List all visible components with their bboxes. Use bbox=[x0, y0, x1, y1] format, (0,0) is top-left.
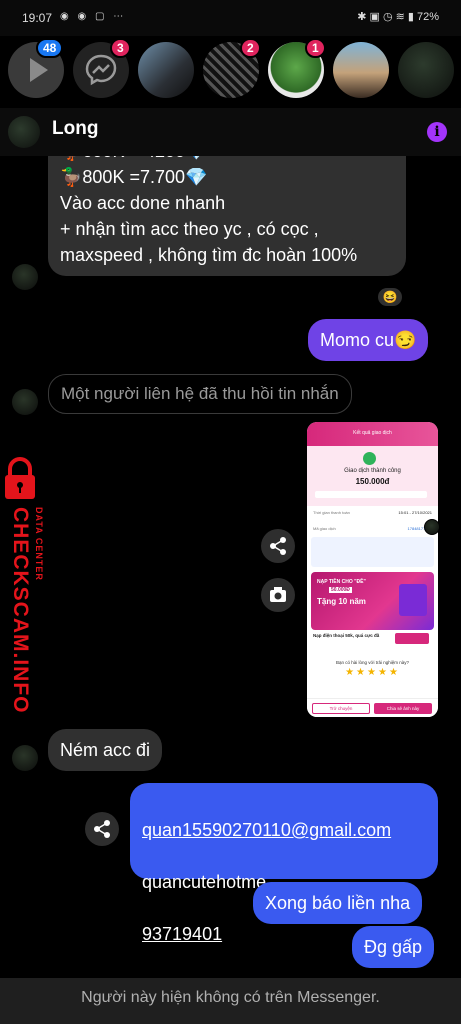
shot-actions: Trở chuyện Chia sẻ ảnh này bbox=[307, 698, 438, 717]
message-outgoing[interactable]: Momo cu😏 bbox=[308, 319, 429, 361]
promo-sub: Nạp điện thoại 50k, quá cực đã bbox=[313, 633, 380, 638]
chat-panel: Long i 🦆600K = 4200💎 🦆800K =7.700💎 Vào a… bbox=[0, 108, 461, 1024]
shot-time-value: 15:01 - 27/10/2021 bbox=[398, 510, 432, 515]
sender-avatar bbox=[12, 745, 38, 771]
share-icon bbox=[270, 537, 286, 555]
shot-contact-banner bbox=[311, 537, 434, 567]
save-photo-button[interactable] bbox=[261, 578, 295, 612]
message-outgoing-credentials[interactable]: quan15590270110@gmail.com quancutehotme … bbox=[130, 783, 438, 944]
rating-stars: ★★★★★ bbox=[345, 667, 400, 678]
chat-head-avatar[interactable] bbox=[138, 42, 194, 98]
promo-phone-graphic bbox=[399, 584, 427, 616]
sender-avatar bbox=[12, 264, 38, 290]
camera-icon bbox=[270, 587, 286, 602]
system-icons: ✱ ▣ ◷ ≋ ▮ 72% bbox=[357, 11, 439, 23]
sender-avatar bbox=[12, 389, 38, 415]
message-clip: 🦆600K = 4200💎 🦆800K =7.700💎 Vào acc done… bbox=[48, 156, 406, 290]
promo-amount: 50.000Đ bbox=[329, 587, 352, 593]
email-link[interactable]: quan15590270110@gmail.com bbox=[142, 817, 426, 843]
watermark-graphic: CHECKSCAM.INFO DATA CENTER bbox=[5, 457, 44, 714]
message-incoming[interactable]: Ném acc đi bbox=[48, 729, 163, 771]
clock: 19:07 bbox=[22, 11, 53, 25]
chat-head-anime-avatar[interactable] bbox=[333, 42, 389, 98]
chat-head-active-long[interactable] bbox=[398, 42, 454, 98]
share-icon bbox=[94, 820, 110, 838]
shot-id-label: Mã giao dịch bbox=[313, 526, 336, 531]
shot-btn-left: Trở chuyện bbox=[312, 703, 370, 714]
check-icon bbox=[363, 452, 376, 465]
promo-title: NẠP TIỀN CHO "ĐỀ" bbox=[317, 579, 366, 585]
shot-time-label: Thời gian thanh toán bbox=[313, 510, 350, 515]
shot-header: Kết quả giao dịch bbox=[307, 422, 438, 446]
shot-success-area: Giao dịch thành công 150.000đ bbox=[307, 446, 438, 506]
promo-years: Tặng 10 năm bbox=[317, 597, 366, 606]
chat-head-badge: 48 bbox=[36, 38, 64, 58]
watermark-brand: CHECKSCAM.INFO bbox=[9, 507, 32, 714]
message-unsent: Một người liên hệ đã thu hồi tin nhắn bbox=[48, 374, 352, 414]
shot-promo: NẠP TIỀN CHO "ĐỀ" 50.000Đ Tặng 10 năm bbox=[311, 572, 434, 630]
reaction-badge[interactable]: 😆 bbox=[376, 286, 404, 308]
contact-avatar[interactable] bbox=[8, 116, 40, 148]
shot-amount: 150.000đ bbox=[355, 477, 390, 486]
message-outgoing[interactable]: Đg gấp bbox=[352, 926, 435, 968]
shot-rate-question: Bạn có hài lòng với trải nghiệm này? bbox=[336, 660, 409, 665]
shot-topup-button bbox=[395, 633, 429, 644]
chat-head-badge: 1 bbox=[305, 38, 326, 58]
unavailable-notice: Người này hiện không có trên Messenger. bbox=[0, 978, 461, 1024]
contact-name[interactable]: Long bbox=[52, 118, 98, 140]
seen-avatar bbox=[424, 519, 440, 535]
shared-screenshot[interactable]: Kết quả giao dịch Giao dịch thành công 1… bbox=[307, 422, 438, 717]
watermark: CHECKSCAM.INFO DATA CENTER bbox=[2, 453, 52, 773]
shot-success: Giao dịch thành công bbox=[344, 468, 401, 474]
shot-title: Kết quả giao dịch bbox=[353, 430, 392, 436]
chat-header: Long i bbox=[0, 108, 461, 156]
chat-heads-bar: 48 3 2 1 bbox=[0, 36, 461, 108]
share-button[interactable] bbox=[261, 529, 295, 563]
watermark-sub: DATA CENTER bbox=[34, 507, 44, 581]
share-button[interactable] bbox=[85, 812, 119, 846]
message-outgoing[interactable]: Xong báo liền nha bbox=[253, 882, 423, 924]
chat-head-badge: 2 bbox=[240, 38, 261, 58]
shot-note bbox=[315, 491, 427, 498]
status-bar: 19:07 ◉ ◉ ▢ ⋯ ✱ ▣ ◷ ≋ ▮ 72% bbox=[0, 0, 461, 36]
chat-head-badge: 3 bbox=[110, 38, 131, 58]
shot-btn-right: Chia sẻ ảnh này bbox=[374, 703, 432, 714]
info-icon[interactable]: i bbox=[427, 122, 447, 142]
notification-icons: ◉ ◉ ▢ ⋯ bbox=[60, 11, 127, 22]
message-incoming[interactable]: 🦆600K = 4200💎 🦆800K =7.700💎 Vào acc done… bbox=[48, 156, 406, 276]
